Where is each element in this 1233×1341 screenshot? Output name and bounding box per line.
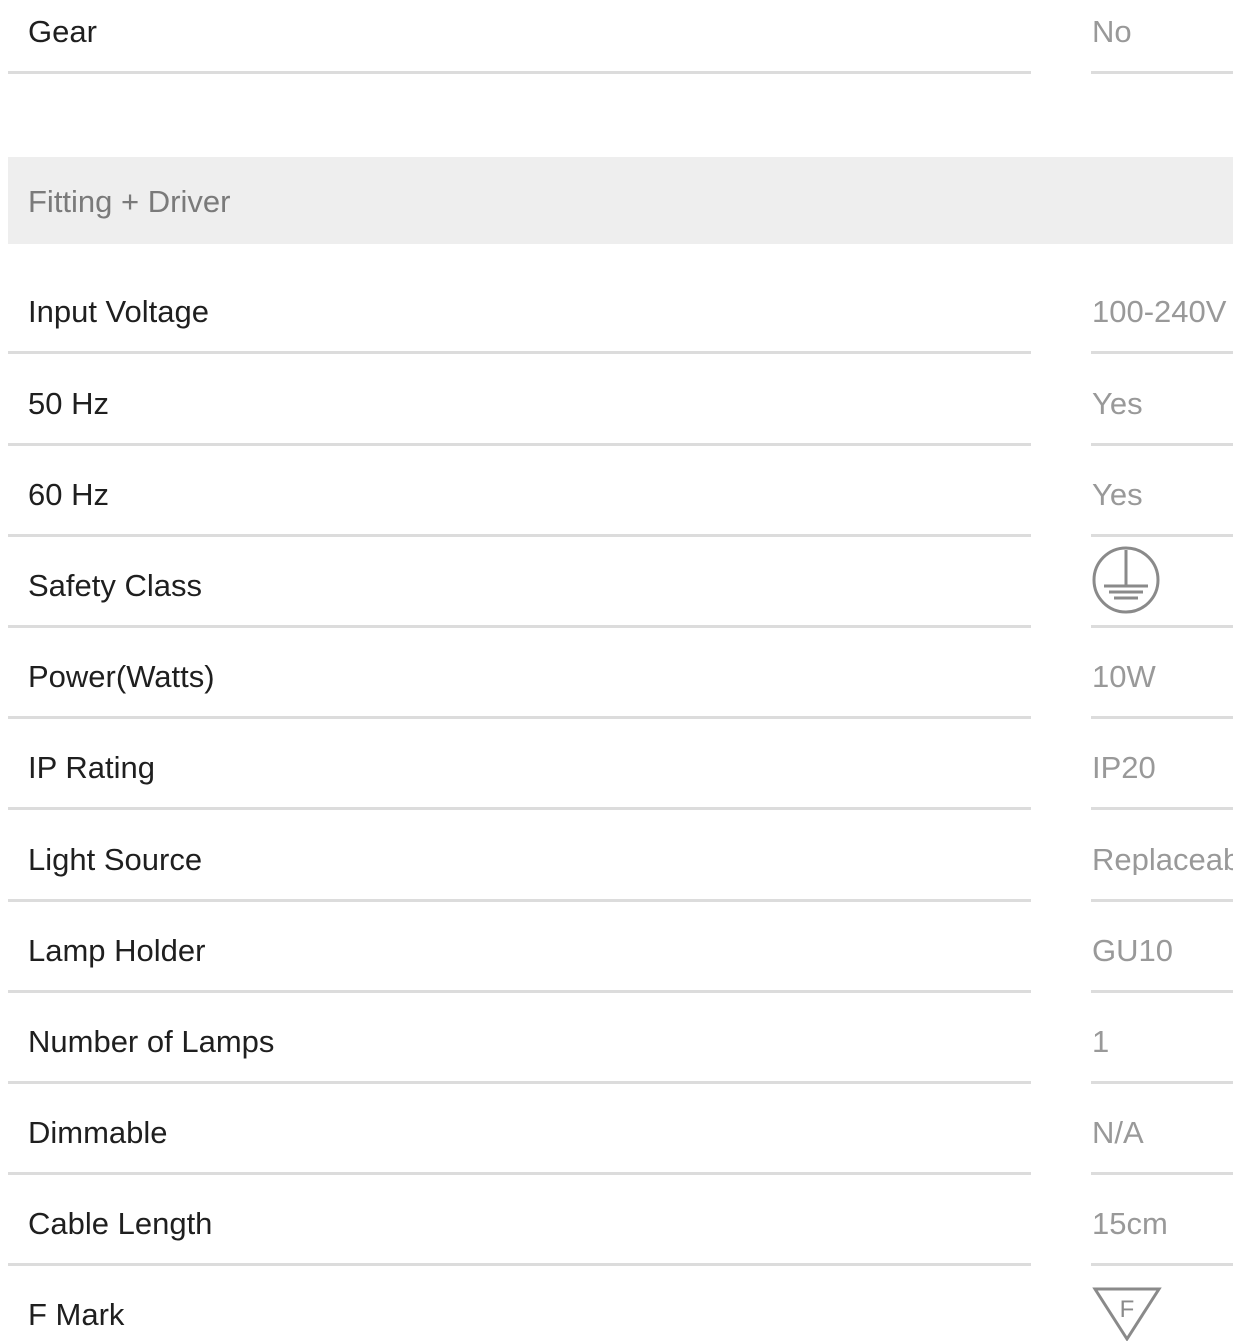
row-divider <box>8 1081 1031 1084</box>
spec-label: Number of Lamps <box>28 1024 275 1059</box>
spec-value: No <box>1092 17 1132 47</box>
spec-row-power: Power(Watts) 10W <box>0 659 1233 753</box>
spec-row-dimmable: Dimmable N/A <box>0 1115 1233 1209</box>
row-divider <box>8 71 1031 74</box>
row-divider <box>8 1263 1031 1266</box>
f-mark-icon: F <box>1092 1286 1162 1341</box>
spec-label: Power(Watts) <box>28 659 215 694</box>
spec-value: GU10 <box>1092 936 1173 966</box>
row-divider <box>1091 1263 1233 1266</box>
row-divider <box>1091 899 1233 902</box>
spec-row-50hz: 50 Hz Yes <box>0 386 1233 480</box>
spec-value: 100-240V <box>1092 297 1227 327</box>
row-divider <box>8 625 1031 628</box>
spec-value: Yes <box>1092 389 1143 419</box>
spec-row-light-source: Light Source Replaceable <box>0 842 1233 936</box>
row-divider <box>8 443 1031 446</box>
spec-label: Safety Class <box>28 568 203 603</box>
row-divider <box>8 807 1031 810</box>
spec-value: IP20 <box>1092 753 1156 783</box>
spec-row-gear: Gear No <box>0 14 1233 108</box>
row-divider <box>1091 716 1233 719</box>
spec-row-60hz: 60 Hz Yes <box>0 477 1233 571</box>
row-divider <box>1091 443 1233 446</box>
row-divider <box>8 1172 1031 1175</box>
spec-label: Dimmable <box>28 1115 168 1150</box>
spec-value: N/A <box>1092 1118 1144 1148</box>
row-divider <box>1091 351 1233 354</box>
spec-label: Light Source <box>28 842 203 877</box>
row-divider <box>8 716 1031 719</box>
row-divider <box>1091 1081 1233 1084</box>
row-divider <box>1091 1172 1233 1175</box>
row-divider <box>1091 71 1233 74</box>
spec-label: 60 Hz <box>28 477 109 512</box>
spec-row-ip-rating: IP Rating IP20 <box>0 750 1233 844</box>
spec-row-number-of-lamps: Number of Lamps 1 <box>0 1024 1233 1118</box>
spec-row-f-mark: F Mark F <box>0 1287 1233 1341</box>
spec-label: Cable Length <box>28 1206 213 1241</box>
section-title: Fitting + Driver <box>28 184 231 219</box>
row-divider <box>8 534 1031 537</box>
row-divider <box>1091 534 1233 537</box>
row-divider <box>1091 625 1233 628</box>
spec-row-input-voltage: Input Voltage 100-240V <box>0 294 1233 388</box>
section-header: Fitting + Driver <box>8 157 1233 244</box>
f-mark-letter: F <box>1120 1296 1135 1323</box>
spec-value: 15cm <box>1092 1209 1168 1239</box>
spec-label: Input Voltage <box>28 294 209 329</box>
row-divider <box>1091 807 1233 810</box>
spec-row-lamp-holder: Lamp Holder GU10 <box>0 933 1233 1027</box>
spec-value: 10W <box>1092 662 1156 692</box>
row-divider <box>8 990 1031 993</box>
spec-value: 1 <box>1092 1027 1110 1057</box>
row-divider <box>8 351 1031 354</box>
spec-value: Yes <box>1092 480 1143 510</box>
row-divider <box>8 899 1031 902</box>
row-divider <box>1091 990 1233 993</box>
spec-row-safety-class: Safety Class <box>0 546 1233 662</box>
earth-ground-icon <box>1092 546 1162 621</box>
spec-label: Gear <box>28 14 97 49</box>
spec-label: Lamp Holder <box>28 933 206 968</box>
spec-row-cable-length: Cable Length 15cm <box>0 1206 1233 1300</box>
spec-label: 50 Hz <box>28 386 109 421</box>
spec-label: IP Rating <box>28 750 155 785</box>
spec-value: Replaceable <box>1092 845 1233 875</box>
spec-label: F Mark <box>28 1297 125 1332</box>
